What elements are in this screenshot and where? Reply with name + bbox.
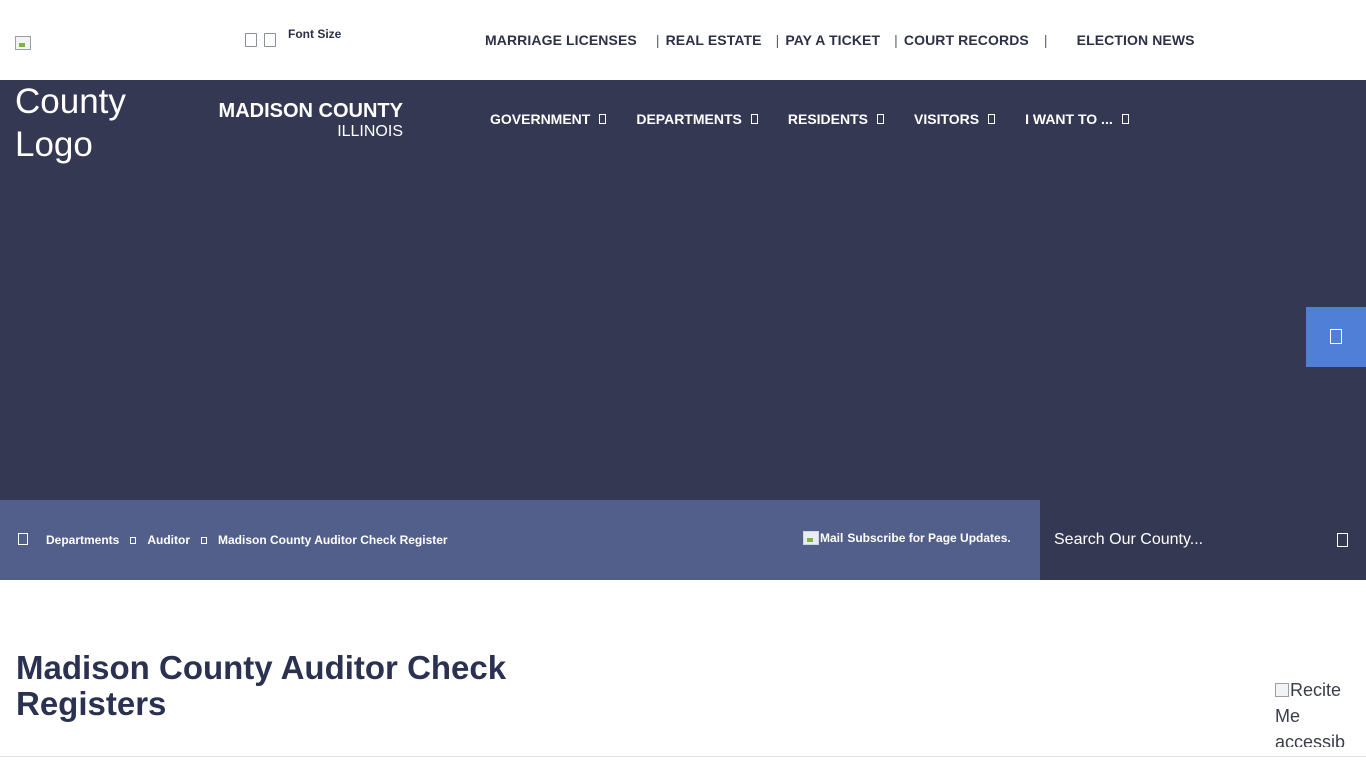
util-separator: |	[894, 32, 898, 48]
util-link-marriage-licenses[interactable]: MARRIAGE LICENSES	[485, 32, 637, 48]
nav-label: RESIDENTS	[787, 111, 868, 127]
recite-me-button[interactable]: Recite Me accessib	[1275, 677, 1366, 747]
breadcrumb-separator-icon	[201, 536, 208, 544]
main-nav: GOVERNMENT DEPARTMENTS RESIDENTS VISITOR…	[490, 111, 1159, 127]
nav-label: GOVERNMENT	[490, 111, 591, 127]
nav-i-want-to[interactable]: I WANT TO ...	[1025, 111, 1129, 127]
accessibility-icon	[1330, 329, 1342, 344]
chevron-down-icon	[599, 114, 607, 124]
mail-icon	[803, 531, 819, 545]
util-link-real-estate[interactable]: REAL ESTATE	[666, 32, 762, 48]
broken-image-icon	[15, 36, 31, 50]
font-decrease-icon[interactable]	[245, 33, 257, 47]
subscribe-link[interactable]: Mail Subscribe for Page Updates.	[803, 531, 1011, 545]
chevron-down-icon	[1121, 114, 1129, 124]
breadcrumb-departments[interactable]: Departments	[46, 533, 119, 547]
util-link-pay-a-ticket[interactable]: PAY A TICKET	[785, 32, 880, 48]
chevron-down-icon	[877, 114, 884, 124]
nav-label: DEPARTMENTS	[636, 111, 742, 127]
nav-departments[interactable]: DEPARTMENTS	[636, 111, 758, 127]
util-separator: |	[775, 32, 780, 48]
site-header: County Logo MADISON COUNTY ILLINOIS GOVE…	[0, 80, 1366, 500]
breadcrumb-separator-icon	[130, 536, 137, 544]
nav-label: VISITORS	[914, 111, 980, 127]
brand[interactable]: MADISON COUNTY ILLINOIS	[180, 100, 403, 142]
divider	[0, 756, 1366, 757]
util-separator: |	[655, 32, 660, 48]
page-title: Madison County Auditor Check Registers	[16, 649, 507, 722]
brand-state: ILLINOIS	[337, 123, 403, 140]
nav-government[interactable]: GOVERNMENT	[490, 111, 607, 127]
nav-visitors[interactable]: VISITORS	[914, 111, 996, 127]
subscribe-label: Subscribe for Page Updates.	[847, 531, 1011, 545]
breadcrumb-current-page: Madison County Auditor Check Register	[218, 533, 448, 547]
search-input[interactable]	[1054, 528, 1334, 552]
subscribe-alt: Mail	[820, 531, 844, 545]
breadcrumb: Departments Auditor Madison County Audit…	[46, 533, 448, 547]
home-icon[interactable]	[18, 533, 28, 545]
accessibility-side-tab[interactable]	[1306, 307, 1366, 367]
font-increase-icon[interactable]	[264, 33, 276, 47]
nav-label: I WANT TO ...	[1025, 111, 1113, 127]
util-link-election-news[interactable]: ELECTION NEWS	[1077, 32, 1195, 48]
chevron-down-icon	[750, 114, 758, 124]
utility-bar: Font Size MARRIAGE LICENSES | REAL ESTAT…	[0, 0, 1366, 80]
chevron-down-icon	[988, 114, 996, 124]
utility-links: MARRIAGE LICENSES | REAL ESTATE | PAY A …	[485, 32, 1195, 48]
search-icon[interactable]	[1337, 533, 1348, 547]
util-link-court-records[interactable]: COURT RECORDS	[904, 32, 1029, 48]
brand-name: MADISON COUNTY	[218, 100, 403, 122]
breadcrumb-auditor[interactable]: Auditor	[147, 533, 190, 547]
font-size-label: Font Size	[288, 27, 342, 41]
breadcrumb-bar: Departments Auditor Madison County Audit…	[0, 500, 1040, 580]
county-logo[interactable]: County Logo	[15, 80, 175, 166]
util-separator: |	[1043, 32, 1048, 48]
search-bar	[1040, 500, 1366, 580]
broken-image-icon	[1275, 683, 1289, 697]
nav-residents[interactable]: RESIDENTS	[788, 111, 884, 127]
